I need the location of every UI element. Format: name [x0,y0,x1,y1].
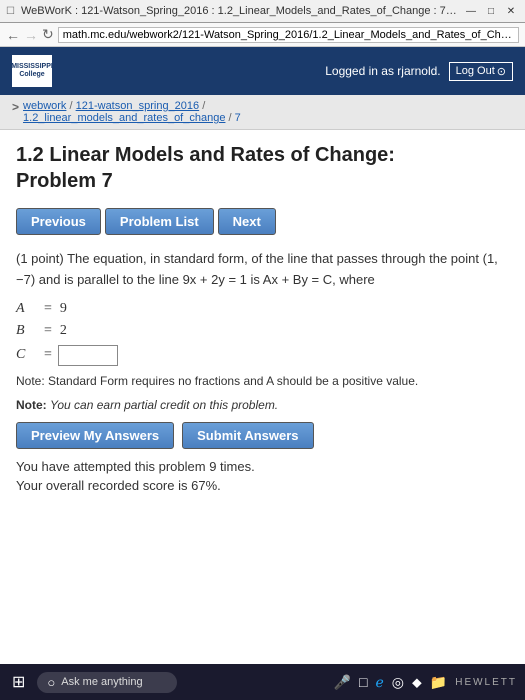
back-icon[interactable]: ← [6,27,20,43]
submit-answers-button[interactable]: Submit Answers [182,422,313,449]
search-circle-icon: ○ [47,675,55,690]
address-input[interactable]: math.mc.edu/webwork2/121-Watson_Spring_2… [58,27,519,43]
logout-icon: ⊙ [497,65,506,78]
site-logo: MISSISSIPPI College [12,55,52,87]
search-text: Ask me anything [61,676,142,688]
edge-icon[interactable]: ℯ [375,674,383,691]
breadcrumb: > webwork / 121-watson_spring_2016 / 1.2… [0,95,525,130]
address-bar: ← → ↻ math.mc.edu/webwork2/121-Watson_Sp… [0,23,525,47]
answer-row-c: C = [16,345,509,366]
note2-italic: You can earn partial credit on this prob… [50,398,278,412]
login-text: Logged in as rjarnold. [325,64,440,78]
tab-title: WeBWorK : 121-Watson_Spring_2016 : 1.2_L… [21,5,457,17]
answer-input-c[interactable] [58,345,118,366]
breadcrumb-course[interactable]: 121-watson_spring_2016 [76,100,200,112]
taskbar: ⊞ ○ Ask me anything 🎤 □ ℯ ◎ ⬥ 📁 HEWLETT [0,664,525,700]
breadcrumb-items: webwork / 121-watson_spring_2016 / 1.2_l… [23,100,241,124]
navigation-buttons: Previous Problem List Next [16,208,509,235]
note-partial-credit: Note: You can earn partial credit on thi… [16,398,509,412]
breadcrumb-section[interactable]: 1.2_linear_models_and_rates_of_change [23,112,225,124]
previous-button[interactable]: Previous [16,208,101,235]
answer-label-a: A [16,301,44,317]
answer-label-b: B [16,323,44,339]
problem-text: (1 point) The equation, in standard form… [16,249,509,291]
tab-icon: ☐ [6,6,15,17]
browser-content: MISSISSIPPI College Logged in as rjarnol… [0,47,525,664]
answer-value-b: 2 [60,323,67,339]
logo-image: MISSISSIPPI College [12,55,52,87]
answer-label-c: C [16,347,44,363]
microphone-icon[interactable]: 🎤 [334,674,351,691]
folder-icon[interactable]: 📁 [430,674,447,691]
answer-row-a: A = 9 [16,301,509,317]
hewlett-label: HEWLETT [455,677,517,688]
preview-answers-button[interactable]: Preview My Answers [16,422,174,449]
site-header: MISSISSIPPI College Logged in as rjarnol… [0,47,525,95]
taskbar-system-icons: 🎤 □ ℯ ◎ ⬥ 📁 [334,674,448,691]
title-bar: ☐ WeBWorK : 121-Watson_Spring_2016 : 1.2… [0,0,525,23]
close-button[interactable]: ✕ [503,3,519,19]
taskbar-search-area[interactable]: ○ Ask me anything [37,672,177,693]
chrome-icon[interactable]: ◎ [392,674,404,691]
answer-eq-a: = [44,301,52,317]
window-icon[interactable]: □ [359,674,367,690]
maximize-button[interactable]: □ [483,3,499,19]
problem-list-button[interactable]: Problem List [105,208,214,235]
window-controls: — □ ✕ [463,3,519,19]
breadcrumb-webwork[interactable]: webwork [23,100,66,112]
next-button[interactable]: Next [218,208,276,235]
breadcrumb-arrow: > [12,100,19,114]
start-button[interactable]: ⊞ [8,668,29,696]
answer-eq-c: = [44,347,52,363]
forward-icon[interactable]: → [24,27,38,43]
logout-button[interactable]: Log Out ⊙ [449,62,513,81]
submit-area: Preview My Answers Submit Answers [16,422,509,449]
attempt-line1: You have attempted this problem 9 times. [16,459,509,474]
answer-eq-b: = [44,323,52,339]
more-icon[interactable]: ⬥ [412,674,422,691]
main-content: 1.2 Linear Models and Rates of Change: P… [0,130,525,664]
note-standard-form: Note: Standard Form requires no fraction… [16,374,509,388]
page-title: 1.2 Linear Models and Rates of Change: P… [16,142,509,194]
attempt-line2: Your overall recorded score is 67%. [16,478,509,493]
answer-value-a: 9 [60,301,67,317]
note2-bold: Note: [16,398,47,412]
answer-row-b: B = 2 [16,323,509,339]
refresh-icon[interactable]: ↻ [42,26,54,43]
login-area: Logged in as rjarnold. Log Out ⊙ [325,62,513,81]
breadcrumb-problem-num: 7 [235,112,241,124]
minimize-button[interactable]: — [463,3,479,19]
